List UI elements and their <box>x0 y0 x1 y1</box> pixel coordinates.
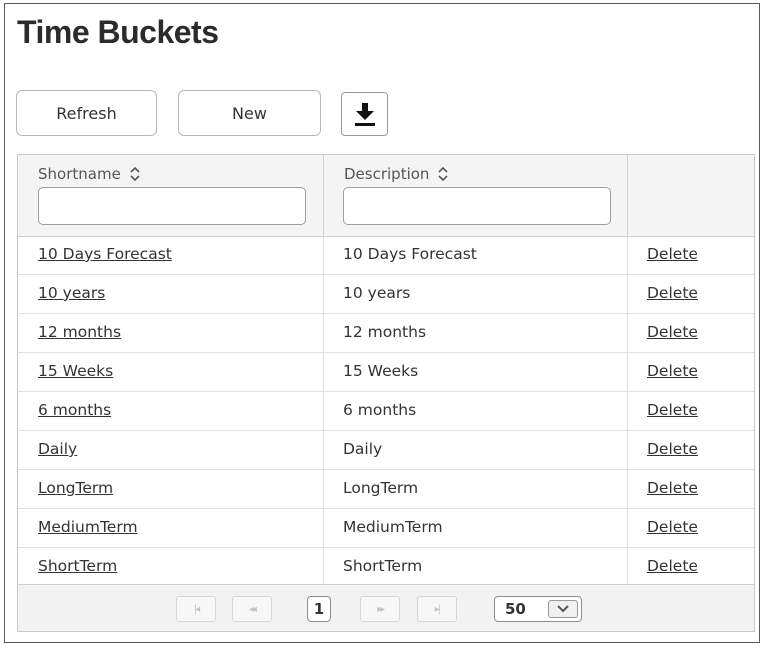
delete-link[interactable]: Delete <box>647 245 698 263</box>
description-cell: Daily <box>324 431 628 469</box>
table-row: 12 months 12 months Delete <box>18 314 754 353</box>
shortname-link[interactable]: ShortTerm <box>38 557 117 575</box>
shortname-link[interactable]: 10 Days Forecast <box>38 245 172 263</box>
table-row: LongTerm LongTerm Delete <box>18 470 754 509</box>
shortname-link[interactable]: 6 months <box>38 401 111 419</box>
previous-page-button[interactable]: ◂◂ <box>232 596 272 622</box>
last-page-button[interactable]: ▸| <box>417 596 457 622</box>
table-row: 10 years 10 years Delete <box>18 275 754 314</box>
table-row: MediumTerm MediumTerm Delete <box>18 509 754 548</box>
shortname-filter-input[interactable] <box>38 187 306 225</box>
delete-link[interactable]: Delete <box>647 479 698 497</box>
pagination-bar: |◂ ◂◂ 1 ▸▸ ▸| 50 <box>18 584 754 631</box>
description-cell: 15 Weeks <box>324 353 628 391</box>
description-cell: 12 months <box>324 314 628 352</box>
column-header-actions <box>628 155 754 236</box>
page-size-select[interactable]: 50 <box>494 596 582 622</box>
refresh-button[interactable]: Refresh <box>16 90 157 136</box>
column-label-description: Description <box>344 165 430 183</box>
table-header: Shortname Description <box>18 155 754 237</box>
delete-link[interactable]: Delete <box>647 557 698 575</box>
sort-icon <box>129 166 141 182</box>
sort-shortname[interactable]: Shortname <box>38 165 141 183</box>
description-cell: ShortTerm <box>324 548 628 586</box>
download-icon <box>354 101 376 127</box>
first-page-button[interactable]: |◂ <box>176 596 216 622</box>
description-cell: MediumTerm <box>324 509 628 547</box>
page-title: Time Buckets <box>17 14 219 50</box>
description-cell: 10 Days Forecast <box>324 236 628 274</box>
time-buckets-table: Shortname Description 10 Days Forecast 1… <box>17 154 755 632</box>
table-row: ShortTerm ShortTerm Delete <box>18 548 754 587</box>
chevron-down-icon[interactable] <box>548 600 578 618</box>
table-row: Daily Daily Delete <box>18 431 754 470</box>
description-cell: LongTerm <box>324 470 628 508</box>
time-buckets-panel: Time Buckets Refresh New Shortname Descr… <box>4 3 760 643</box>
new-button[interactable]: New <box>178 90 321 136</box>
page-size-value: 50 <box>505 600 526 618</box>
column-label-shortname: Shortname <box>38 165 121 183</box>
delete-link[interactable]: Delete <box>647 440 698 458</box>
delete-link[interactable]: Delete <box>647 362 698 380</box>
delete-link[interactable]: Delete <box>647 323 698 341</box>
delete-link[interactable]: Delete <box>647 518 698 536</box>
table-row: 15 Weeks 15 Weeks Delete <box>18 353 754 392</box>
shortname-link[interactable]: 10 years <box>38 284 105 302</box>
shortname-link[interactable]: Daily <box>38 440 77 458</box>
sort-icon <box>437 166 449 182</box>
description-cell: 10 years <box>324 275 628 313</box>
shortname-link[interactable]: 12 months <box>38 323 121 341</box>
delete-link[interactable]: Delete <box>647 284 698 302</box>
shortname-link[interactable]: 15 Weeks <box>38 362 113 380</box>
table-row: 10 Days Forecast 10 Days Forecast Delete <box>18 236 754 275</box>
download-button[interactable] <box>341 92 388 136</box>
table-body: 10 Days Forecast 10 Days Forecast Delete… <box>18 236 754 587</box>
current-page-indicator[interactable]: 1 <box>307 596 331 622</box>
column-header-description: Description <box>324 155 628 236</box>
column-header-shortname: Shortname <box>18 155 324 236</box>
next-page-button[interactable]: ▸▸ <box>360 596 400 622</box>
sort-description[interactable]: Description <box>344 165 449 183</box>
description-cell: 6 months <box>324 392 628 430</box>
shortname-link[interactable]: LongTerm <box>38 479 113 497</box>
shortname-link[interactable]: MediumTerm <box>38 518 138 536</box>
delete-link[interactable]: Delete <box>647 401 698 419</box>
table-row: 6 months 6 months Delete <box>18 392 754 431</box>
description-filter-input[interactable] <box>343 187 611 225</box>
